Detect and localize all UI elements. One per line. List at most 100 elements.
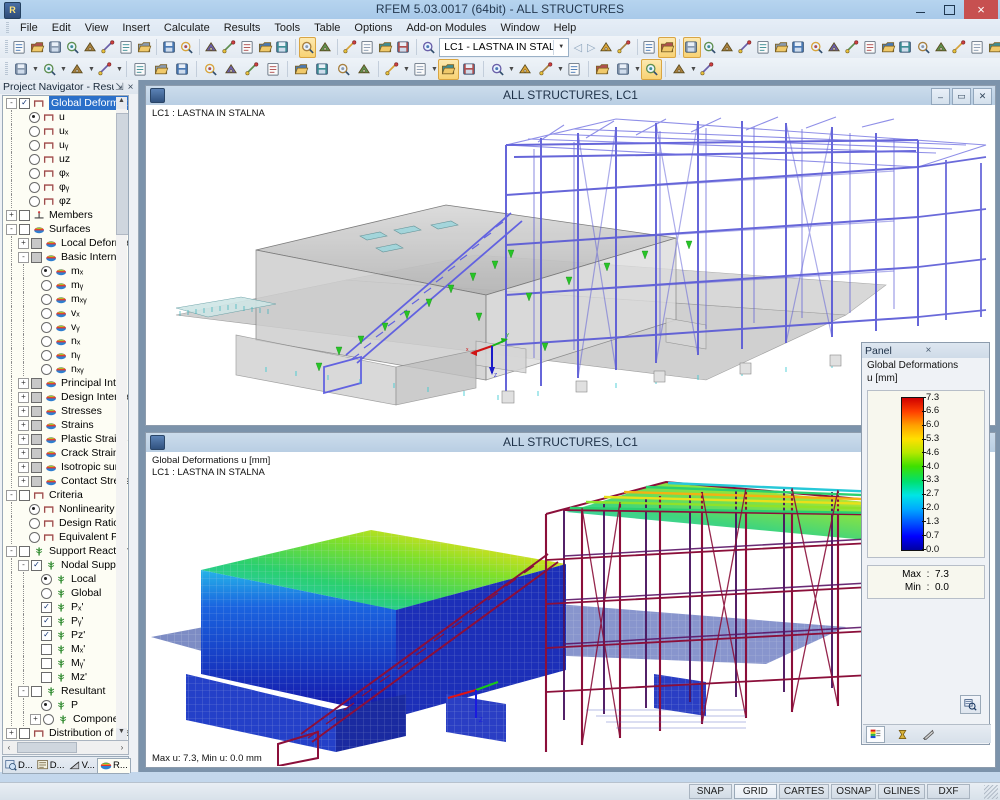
tree-item[interactable]: +Crack Strains <box>3 446 128 460</box>
toolbar-button-printout-report-icon[interactable] <box>640 37 658 58</box>
tree-item[interactable]: Design Ratio <box>3 516 128 530</box>
tree-item[interactable]: mᵧ <box>3 278 128 292</box>
toolbar-button-new-support-icon[interactable] <box>172 59 193 80</box>
maximize-button[interactable] <box>935 1 964 19</box>
tree-item[interactable]: uᴢ <box>3 152 128 166</box>
toolbar-button-copy-icon[interactable] <box>100 37 118 58</box>
toolbar-button-section-icon[interactable] <box>536 59 557 80</box>
tree-item[interactable]: ✓Pᵧ' <box>3 614 128 628</box>
tree-checkbox[interactable] <box>19 490 30 501</box>
tree-item[interactable]: +Principal Inter <box>3 376 128 390</box>
toolbar-button-new-surface-icon[interactable] <box>95 59 116 80</box>
toolbar-button-undo-icon[interactable] <box>160 37 178 58</box>
toolbar-button-opening-icon[interactable] <box>844 37 862 58</box>
resize-grip-icon[interactable] <box>984 785 998 799</box>
tree-radio[interactable] <box>29 196 40 207</box>
panel-tab-factors[interactable] <box>894 727 911 742</box>
tree-item[interactable]: nᵧ <box>3 348 128 362</box>
tree-expander[interactable]: + <box>18 448 29 459</box>
panel-zoom-scale-button[interactable] <box>960 695 981 714</box>
status-button-osnap[interactable]: OSNAP <box>831 784 876 799</box>
toolbar-button-view-front-icon[interactable] <box>933 37 951 58</box>
tree-item[interactable]: φₓ <box>3 166 128 180</box>
tree-checkbox[interactable] <box>19 224 30 235</box>
results-panel[interactable]: Panel × Global Deformations u [mm] 7.36.… <box>861 342 990 745</box>
tree-item[interactable]: -Support Reactions <box>3 544 128 558</box>
tree-item[interactable]: +Distribution of loa <box>3 726 128 740</box>
tab-display-navigator[interactable]: D... <box>35 758 67 772</box>
dropdown-caret-icon[interactable]: ▼ <box>116 60 123 79</box>
tree-checkbox[interactable] <box>41 658 52 669</box>
scroll-up-icon[interactable]: ▲ <box>116 97 127 109</box>
tree-item[interactable]: nₓᵧ <box>3 362 128 376</box>
tree-item[interactable]: vₓ <box>3 306 128 320</box>
toolbar-button-new-comment-icon[interactable] <box>354 59 375 80</box>
toolbar-button-view-back-icon[interactable] <box>951 37 969 58</box>
tree-item[interactable]: -✓Global Deformatio <box>3 96 128 110</box>
toolbar-button-open-folder-icon[interactable] <box>28 37 46 58</box>
dropdown-caret-icon[interactable]: ▼ <box>403 60 410 79</box>
dropdown-caret-icon[interactable]: ▼ <box>431 60 438 79</box>
tree-expander[interactable]: - <box>18 252 29 263</box>
next-load-case-button[interactable]: ▷ <box>585 38 598 57</box>
toolbar-button-grid-values-icon[interactable] <box>564 59 585 80</box>
tree-item[interactable]: Mᵧ' <box>3 656 128 670</box>
tree-checkbox-partial[interactable] <box>31 462 42 473</box>
panel-tab-filter[interactable] <box>920 727 937 742</box>
toolbar-button-new-free-load-icon[interactable] <box>291 59 312 80</box>
tree-item[interactable]: -Resultant <box>3 684 128 698</box>
tree-radio[interactable] <box>41 336 52 347</box>
menu-insert[interactable]: Insert <box>115 20 157 36</box>
tree-item[interactable]: vᵧ <box>3 320 128 334</box>
toolbar-button-node-icon[interactable] <box>754 37 772 58</box>
tree-item[interactable]: Local <box>3 572 128 586</box>
tree-checkbox-checked[interactable]: ✓ <box>41 630 52 641</box>
tree-radio-selected[interactable] <box>41 574 52 585</box>
toolbar-button-new-opening-icon[interactable] <box>151 59 172 80</box>
menu-file[interactable]: File <box>13 20 45 36</box>
toolbar-button-color-scale-icon[interactable] <box>641 59 662 80</box>
toolbar-button-support-reactions-icon[interactable] <box>515 59 536 80</box>
tree-expander[interactable]: - <box>6 490 17 501</box>
toolbar-button-global-deformation-icon[interactable] <box>438 59 459 80</box>
toolbar-button-pin-left-icon[interactable] <box>968 37 986 58</box>
toolbar-button-redo-icon[interactable] <box>178 37 196 58</box>
tree-checkbox-partial[interactable] <box>31 448 42 459</box>
toolbar-button-line-icon[interactable] <box>772 37 790 58</box>
tree-checkbox-checked[interactable]: ✓ <box>41 616 52 627</box>
tree-expander[interactable]: - <box>18 686 29 697</box>
tree-radio-selected[interactable] <box>29 504 40 515</box>
tree-expander[interactable]: + <box>18 420 29 431</box>
tree-expander[interactable]: + <box>18 462 29 473</box>
tree-item[interactable]: +Design Interna <box>3 390 128 404</box>
previous-load-case-button[interactable]: ◁ <box>571 38 584 57</box>
toolbar-button-save-as-icon[interactable] <box>46 37 64 58</box>
toolbar-button-surface-results-icon[interactable] <box>459 59 480 80</box>
toolbar-button-save-all-icon[interactable] <box>64 37 82 58</box>
toolbar-button-new-load-icon[interactable] <box>200 59 221 80</box>
tree-checkbox[interactable] <box>19 728 30 739</box>
toolbar-button-zoom-window-icon[interactable] <box>256 37 274 58</box>
tree-item[interactable]: Equivalent Pla <box>3 530 128 544</box>
tab-results-navigator[interactable]: R... <box>97 758 131 773</box>
tree-item[interactable]: u <box>3 110 128 124</box>
tree-checkbox[interactable] <box>19 210 30 221</box>
tree-radio-selected[interactable] <box>41 700 52 711</box>
view-top-close-button[interactable]: ✕ <box>973 88 992 105</box>
pin-icon[interactable]: ⇲ <box>114 82 125 93</box>
dropdown-caret-icon[interactable]: ▼ <box>690 60 697 79</box>
tree-item[interactable]: +Isotropic surfa <box>3 460 128 474</box>
tree-checkbox[interactable] <box>31 686 42 697</box>
dropdown-caret-icon[interactable]: ▼ <box>508 60 515 79</box>
tree-radio[interactable] <box>29 532 40 543</box>
toolbar-button-deformation-icon[interactable] <box>359 37 377 58</box>
toolbar-button-pin-right-icon[interactable] <box>986 37 1000 58</box>
tree-checkbox[interactable] <box>19 546 30 557</box>
tree-radio[interactable] <box>29 518 40 529</box>
tree-item[interactable]: mₓ <box>3 264 128 278</box>
tree-item[interactable]: +Contact Stress <box>3 474 128 488</box>
tree-expander[interactable]: + <box>18 392 29 403</box>
tree-radio[interactable] <box>29 140 40 151</box>
toolbar-button-render-quality-icon[interactable] <box>669 59 690 80</box>
tree-checkbox-partial[interactable] <box>31 252 42 263</box>
